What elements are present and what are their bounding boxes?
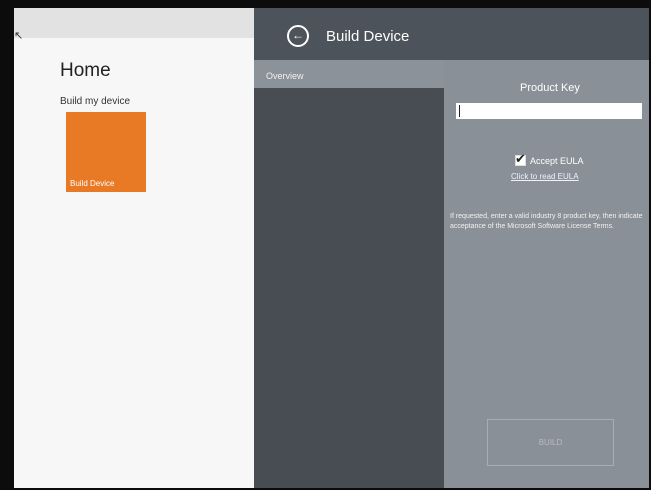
read-eula-link[interactable]: Click to read EULA [511, 172, 579, 181]
overview-nav-item[interactable]: Overview [266, 71, 304, 81]
product-key-input[interactable] [456, 103, 642, 119]
left-title-bar [14, 8, 254, 38]
product-key-label: Product Key [520, 82, 580, 94]
pane-header: ← Build Device [254, 8, 649, 60]
section-label: Build my device [60, 96, 131, 107]
tile-label: Build Device [70, 179, 115, 188]
build-device-tile[interactable]: Build Device [66, 112, 146, 192]
pane-title: Build Device [326, 28, 410, 45]
build-device-pane: ← Build Device Overview Product Key ✔ Ac… [254, 8, 649, 488]
text-cursor [459, 105, 460, 117]
home-pane: ↖ Home Build my device Build Device [14, 8, 254, 488]
navigation-column [254, 88, 444, 488]
product-key-form: Product Key ✔ Accept EULA Click to read … [444, 60, 649, 488]
page-title: Home [60, 60, 111, 81]
accept-eula-checkbox[interactable]: ✔ [515, 151, 526, 166]
app-window: ↖ Home Build my device Build Device ← Bu… [14, 8, 649, 488]
mouse-pointer-icon: ↖ [14, 30, 24, 42]
arrow-left-icon: ← [292, 28, 304, 42]
back-button[interactable]: ← [287, 25, 309, 47]
build-button[interactable]: BUILD [487, 419, 614, 466]
accept-eula-label: Accept EULA [530, 156, 584, 166]
checkmark-icon: ✔ [515, 151, 526, 166]
product-key-help-text: If requested, enter a valid industry 8 p… [450, 213, 643, 230]
